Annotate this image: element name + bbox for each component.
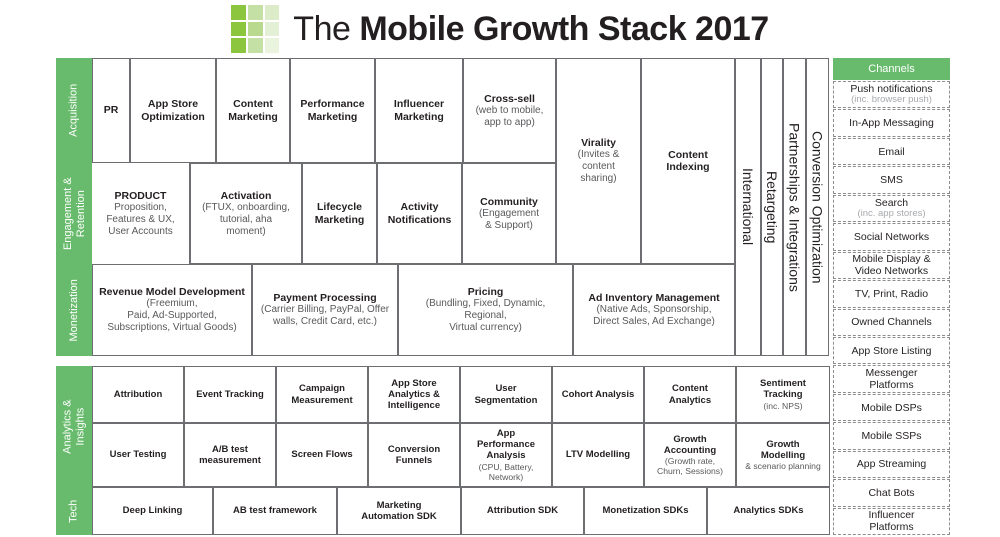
cell-sentiment-tracking-subtitle: (inc. NPS) xyxy=(763,400,803,411)
channel-item-mobile-ssps[interactable]: Mobile SSPs xyxy=(833,422,950,450)
section-tech: Tech xyxy=(56,487,92,535)
cell-campaign-measurement-title: Campaign Measurement xyxy=(291,383,353,406)
channel-item-label: App Streaming xyxy=(856,458,927,471)
channel-item-label: Owned Channels xyxy=(851,316,932,329)
channel-item-label: Chat Bots xyxy=(868,486,915,499)
channels-header: Channels xyxy=(833,58,950,80)
cell-deep-linking-title: Deep Linking xyxy=(122,505,183,517)
cell-ab-test-framework-title: AB test framework xyxy=(233,505,317,517)
channel-item-label: Mobile DSPs xyxy=(861,401,922,414)
channel-item-search[interactable]: Search (inc. app stores) xyxy=(833,194,950,223)
cell-event-tracking-title: Event Tracking xyxy=(196,388,264,400)
cell-app-performance-analysis[interactable]: App Performance Analysis (CPU, Battery, Netw… xyxy=(460,423,552,487)
channel-item-label: App Store Listing xyxy=(851,344,932,357)
channel-item-chat-bots[interactable]: Chat Bots xyxy=(833,479,950,507)
cell-attribution-title: Attribution xyxy=(113,388,163,400)
cell-growth-accounting[interactable]: Growth Accounting (Growth rate, Churn, Sess… xyxy=(644,423,736,487)
cell-event-tracking[interactable]: Event Tracking xyxy=(184,366,276,423)
cell-app-store-analytics-intelligence[interactable]: App Store Analytics & Intelligence xyxy=(368,366,460,423)
channel-item-owned-channels[interactable]: Owned Channels xyxy=(833,308,950,336)
cell-screen-flows-title: Screen Flows xyxy=(291,449,353,461)
channel-item-email[interactable]: Email xyxy=(833,137,950,166)
cell-growth-modelling[interactable]: Growth Modelling & scenario planning xyxy=(736,423,830,487)
cell-content-analytics[interactable]: Content Analytics xyxy=(644,366,736,423)
cell-user-testing-title: User Testing xyxy=(109,449,167,461)
cell-user-testing[interactable]: User Testing xyxy=(92,423,184,487)
channels-column: Channels Push notifications (inc. browser… xyxy=(833,58,950,535)
channel-item-subtitle: (inc. app stores) xyxy=(857,208,926,220)
channel-item-push-notifications[interactable]: Push notifications (inc. browser push) xyxy=(833,81,950,109)
channel-item-app-streaming[interactable]: App Streaming xyxy=(833,450,950,479)
section-tech-label: Tech xyxy=(67,499,80,523)
channel-item-mobile-display-video-networks[interactable]: Mobile Display & Video Networks xyxy=(833,251,950,280)
cell-a-b-test-measurement-title: A/B test measurement xyxy=(199,443,261,466)
cell-growth-modelling-title: Growth Modelling xyxy=(760,438,806,461)
channel-item-in-app-messaging[interactable]: In-App Messaging xyxy=(833,109,950,137)
channel-item-label: Influencer Platforms xyxy=(868,509,915,534)
channel-item-influencer-platforms[interactable]: Influencer Platforms xyxy=(833,507,950,535)
channel-item-social-networks[interactable]: Social Networks xyxy=(833,223,950,251)
cell-screen-flows[interactable]: Screen Flows xyxy=(276,423,368,487)
cell-user-segmentation-title: User Segmentation xyxy=(474,383,538,406)
channel-item-subtitle: (inc. browser push) xyxy=(851,94,932,106)
channel-item-label: Mobile SSPs xyxy=(861,429,922,442)
cell-growth-modelling-subtitle: & scenario planning xyxy=(745,461,821,472)
cell-app-store-analytics-intelligence-title: App Store Analytics & Intelligence xyxy=(387,377,441,412)
channel-item-label: SMS xyxy=(880,174,903,186)
channels-header-label: Channels xyxy=(868,63,915,75)
cell-ltv-modelling[interactable]: LTV Modelling xyxy=(552,423,644,487)
channel-item-mobile-dsps[interactable]: Mobile DSPs xyxy=(833,393,950,422)
channel-item-tv-print-radio[interactable]: TV, Print, Radio xyxy=(833,280,950,308)
cell-user-segmentation[interactable]: User Segmentation xyxy=(460,366,552,423)
channel-item-label: Messenger Platforms xyxy=(865,367,918,392)
cell-app-performance-analysis-title: App Performance Analysis xyxy=(476,428,536,462)
cell-monetization-sdks[interactable]: Monetization SDKs xyxy=(584,487,707,535)
cell-app-performance-analysis-subtitle: (CPU, Battery, Network) xyxy=(478,461,534,482)
cell-campaign-measurement[interactable]: Campaign Measurement xyxy=(276,366,368,423)
channels-list: Push notifications (inc. browser push) In-… xyxy=(833,81,950,535)
cell-a-b-test-measurement[interactable]: A/B test measurement xyxy=(184,423,276,487)
cell-ltv-modelling-title: LTV Modelling xyxy=(565,449,631,461)
cell-content-analytics-title: Content Analytics xyxy=(668,383,712,406)
cell-analytics-sdks[interactable]: Analytics SDKs xyxy=(707,487,830,535)
cell-sentiment-tracking-title: Sentiment Tracking xyxy=(760,378,806,401)
channel-item-label: Mobile Display & Video Networks xyxy=(852,253,931,278)
cell-attribution-sdk[interactable]: Attribution SDK xyxy=(461,487,584,535)
cell-cohort-analysis-title: Cohort Analysis xyxy=(561,388,635,400)
cell-attribution-sdk-title: Attribution SDK xyxy=(486,505,559,517)
channel-item-messenger-platforms[interactable]: Messenger Platforms xyxy=(833,365,950,393)
section-analytics-insights: Analytics & Insights xyxy=(56,366,92,487)
channel-item-sms[interactable]: SMS xyxy=(833,166,950,194)
section-analytics-insights-label: Analytics & Insights xyxy=(61,399,87,454)
channel-item-app-store-listing[interactable]: App Store Listing xyxy=(833,336,950,365)
cell-deep-linking[interactable]: Deep Linking xyxy=(92,487,213,535)
cell-analytics-sdks-title: Analytics SDKs xyxy=(733,505,804,517)
channel-item-label: In-App Messaging xyxy=(849,117,934,130)
cell-growth-accounting-subtitle: (Growth rate, Churn, Sessions) xyxy=(657,456,723,477)
cell-conversion-funnels-title: Conversion Funnels xyxy=(387,443,441,466)
cell-monetization-sdks-title: Monetization SDKs xyxy=(602,505,689,517)
channel-item-label: Email xyxy=(878,145,905,158)
channel-item-label: Social Networks xyxy=(853,230,930,243)
cell-cohort-analysis[interactable]: Cohort Analysis xyxy=(552,366,644,423)
cell-growth-accounting-title: Growth Accounting xyxy=(663,433,717,456)
cell-marketing-automation-sdk-title: Marketing Automation SDK xyxy=(361,499,437,522)
channel-item-label: TV, Print, Radio xyxy=(854,287,929,300)
cell-marketing-automation-sdk[interactable]: Marketing Automation SDK xyxy=(337,487,461,535)
cell-sentiment-tracking[interactable]: Sentiment Tracking (inc. NPS) xyxy=(736,366,830,423)
cell-attribution[interactable]: Attribution xyxy=(92,366,184,423)
cell-conversion-funnels[interactable]: Conversion Funnels xyxy=(368,423,460,487)
cell-ab-test-framework[interactable]: AB test framework xyxy=(213,487,337,535)
